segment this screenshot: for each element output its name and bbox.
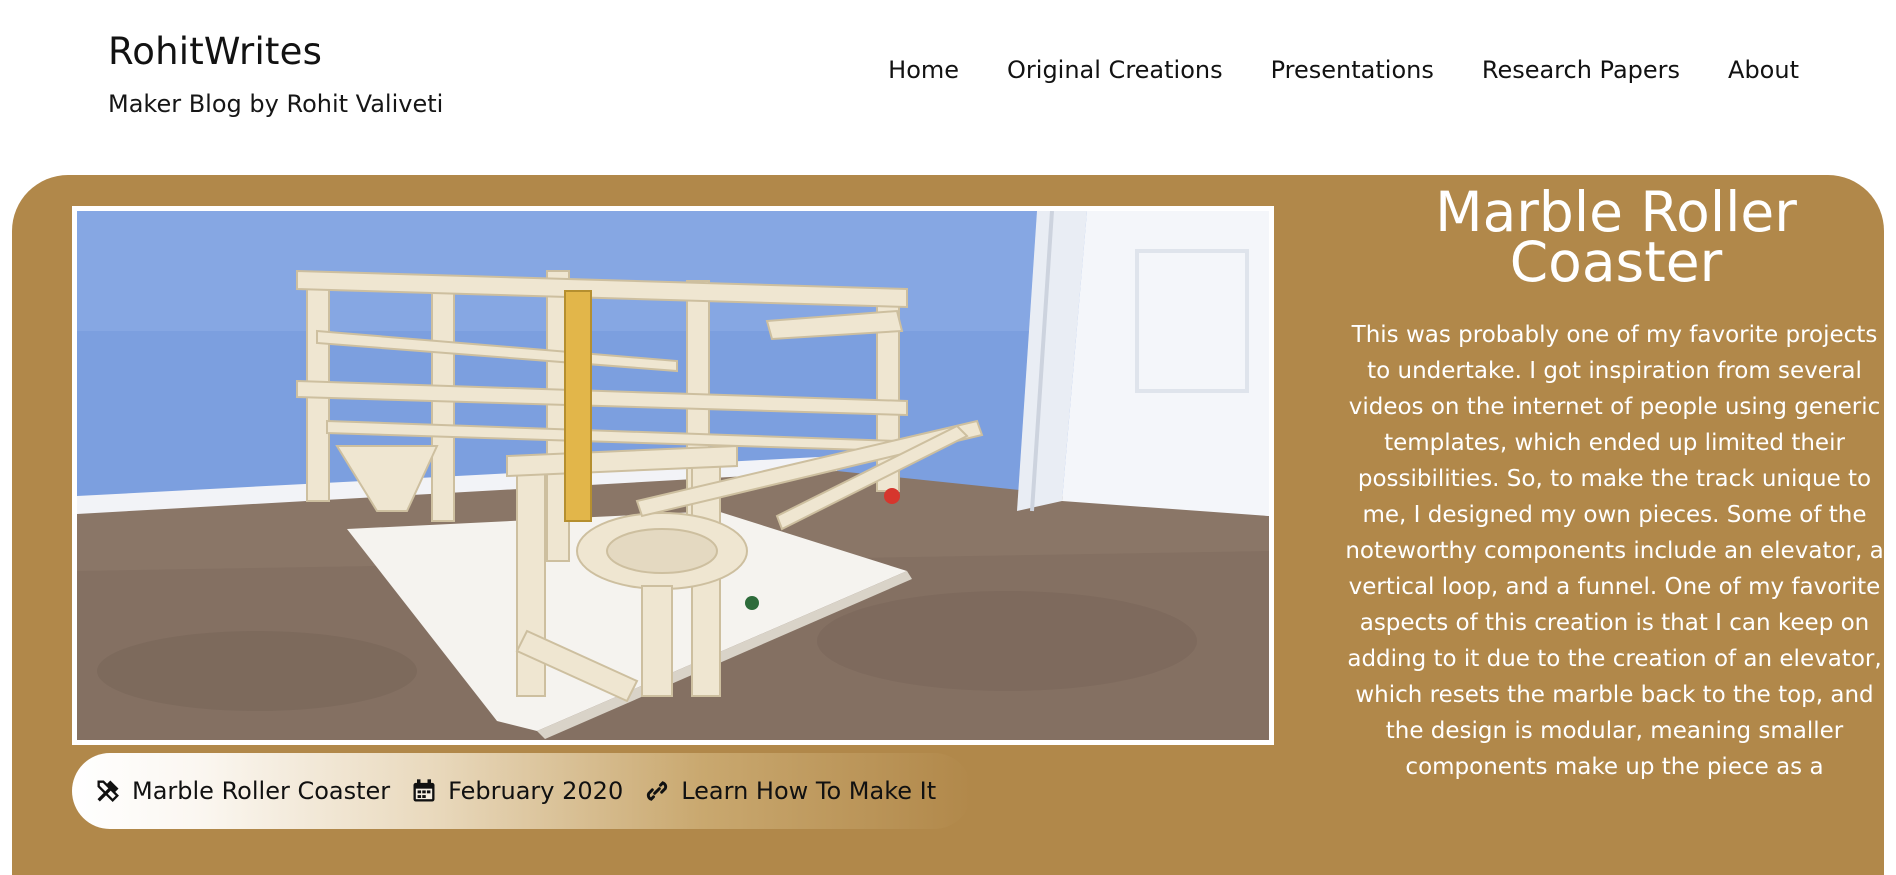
meta-date-label: February 2020: [448, 777, 624, 805]
site-header: RohitWrites Maker Blog by Rohit Valiveti…: [0, 0, 1896, 170]
main-nav: Home Original Creations Presentations Re…: [888, 56, 1799, 84]
site-title[interactable]: RohitWrites: [108, 30, 322, 73]
site-tagline: Maker Blog by Rohit Valiveti: [108, 90, 444, 118]
post-title: Marble Roller Coaster: [1435, 180, 1797, 294]
featured-post: Marble Roller Coaster February 2020 Lear…: [12, 175, 1884, 875]
nav-about[interactable]: About: [1728, 56, 1799, 84]
nav-home[interactable]: Home: [888, 56, 959, 84]
meta-date: February 2020: [410, 777, 623, 805]
tools-icon: [97, 780, 119, 802]
link-icon: [647, 781, 668, 801]
post-meta-bar: Marble Roller Coaster February 2020 Lear…: [72, 753, 972, 829]
meta-category-label: Marble Roller Coaster: [132, 777, 391, 805]
marble-roller-coaster-photo: [77, 211, 1269, 740]
post-image-frame: [72, 206, 1274, 745]
nav-presentations[interactable]: Presentations: [1271, 56, 1434, 84]
nav-original-creations[interactable]: Original Creations: [1007, 56, 1223, 84]
calendar-icon: [413, 779, 435, 802]
learn-how-link[interactable]: Learn How To Make It: [681, 777, 936, 805]
nav-research-papers[interactable]: Research Papers: [1482, 56, 1680, 84]
meta-category: Marble Roller Coaster: [94, 777, 390, 805]
post-description: This was probably one of my favorite pro…: [1345, 322, 1884, 780]
meta-link[interactable]: Learn How To Make It: [643, 777, 936, 805]
